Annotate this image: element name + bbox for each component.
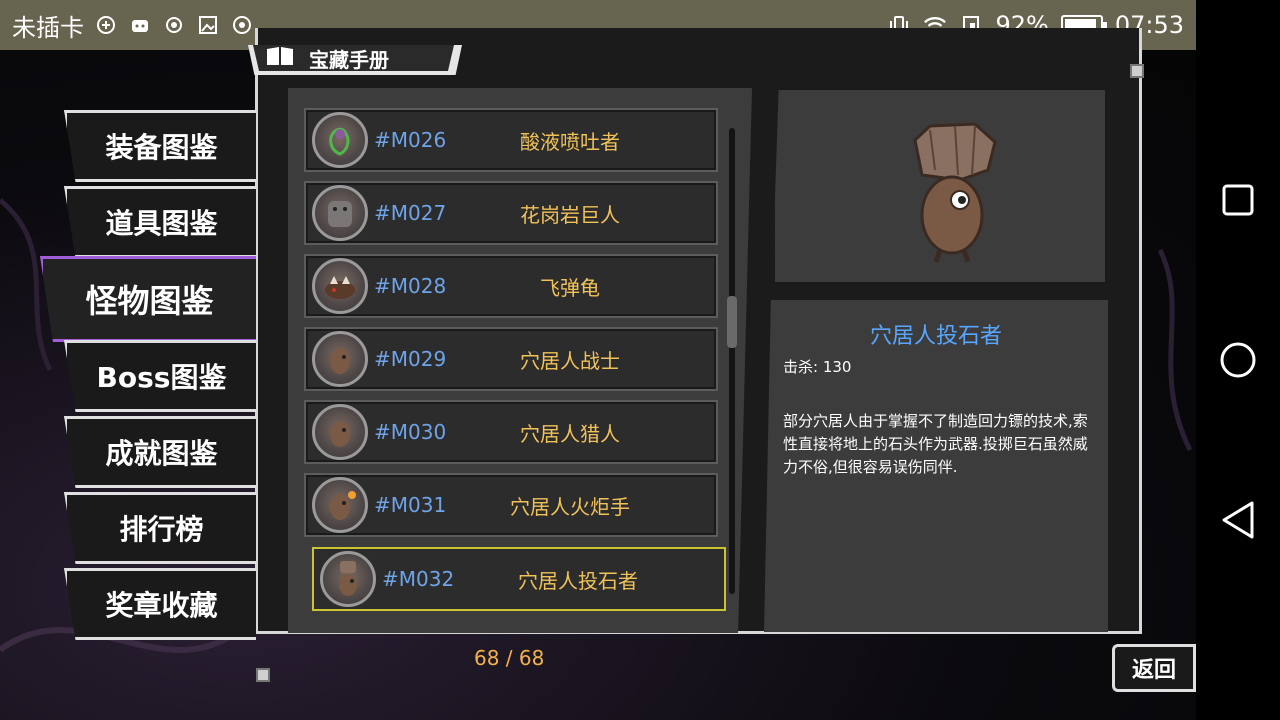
square-icon — [1222, 184, 1254, 216]
monster-code: #M031 — [374, 493, 447, 517]
list-item[interactable]: #M030 穴居人猎人 — [304, 400, 718, 464]
monster-name: 穴居人战士 — [520, 348, 620, 373]
monster-list[interactable]: #M026 酸液喷吐者 #M027 花岗岩巨人 #M028 飞弹龟 #M029 … — [304, 106, 744, 616]
tab-achievement-codex[interactable]: 成就图鉴 — [64, 416, 256, 488]
carrier-label: 未插卡 — [12, 13, 84, 42]
monster-code: #M028 — [374, 274, 447, 298]
list-item[interactable]: #M029 穴居人战士 — [304, 327, 718, 391]
tab-boss-codex[interactable]: Boss图鉴 — [64, 340, 256, 412]
list-scrollbar[interactable] — [729, 128, 735, 594]
monster-avatar — [312, 477, 368, 533]
list-scroll-thumb[interactable] — [727, 296, 737, 348]
sync-icon — [94, 13, 118, 37]
book-icon — [265, 45, 295, 71]
list-item[interactable]: #M027 花岗岩巨人 — [304, 181, 718, 245]
list-item[interactable]: #M028 飞弹龟 — [304, 254, 718, 318]
circle-icon — [1220, 342, 1256, 378]
monster-portrait — [913, 122, 997, 263]
monster-name: 酸液喷吐者 — [520, 129, 620, 154]
list-item-selected[interactable]: #M032 穴居人投石者 — [312, 547, 726, 611]
list-item[interactable]: #M026 酸液喷吐者 — [304, 108, 718, 172]
settings-icon — [230, 13, 254, 37]
monster-avatar — [312, 185, 368, 241]
panel-bolt — [256, 668, 270, 682]
monster-name: 花岗岩巨人 — [520, 202, 620, 227]
monster-name: 穴居人火炬手 — [510, 494, 630, 519]
home-button[interactable] — [1218, 340, 1258, 380]
image-icon — [196, 13, 220, 37]
triangle-back-icon — [1222, 501, 1254, 539]
monster-description: 部分穴居人由于掌握不了制造回力镖的技术,索性直接将地上的石头作为武器.投掷巨石虽… — [783, 412, 1088, 476]
recent-apps-button[interactable] — [1218, 180, 1258, 220]
monster-preview — [772, 87, 1108, 285]
tab-item-codex[interactable]: 道具图鉴 — [64, 186, 256, 258]
game-controller-icon — [128, 13, 152, 37]
monster-name: 穴居人猎人 — [520, 421, 620, 446]
monster-avatar — [312, 112, 368, 168]
tab-leaderboard[interactable]: 排行榜 — [64, 492, 256, 564]
tab-equipment-codex[interactable]: 装备图鉴 — [64, 110, 256, 182]
return-button[interactable]: 返回 — [1112, 644, 1196, 692]
header-plate: 宝藏手册 — [248, 45, 462, 75]
monster-detail-name: 穴居人投石者 — [869, 324, 1002, 349]
monster-code: #M030 — [374, 420, 447, 444]
kill-count: 击杀: 130 — [783, 358, 852, 376]
monster-avatar — [312, 258, 368, 314]
collection-counter: 68 / 68 — [474, 646, 545, 670]
monster-code: #M027 — [374, 201, 447, 225]
page-title: 宝藏手册 — [309, 47, 389, 72]
monster-name: 穴居人投石者 — [518, 568, 638, 593]
panel-bolt — [1130, 64, 1144, 78]
back-nav-button[interactable] — [1218, 500, 1258, 540]
monster-avatar — [312, 404, 368, 460]
navigation-bar — [1196, 0, 1280, 720]
broadcast-icon — [162, 13, 186, 37]
monster-avatar — [320, 551, 376, 607]
list-item[interactable]: #M031 穴居人火炬手 — [304, 473, 718, 537]
monster-code: #M032 — [382, 567, 455, 591]
tab-medal-collection[interactable]: 奖章收藏 — [64, 568, 256, 640]
monster-name: 飞弹龟 — [540, 275, 600, 300]
monster-code: #M029 — [374, 347, 447, 371]
tab-monster-codex[interactable]: 怪物图鉴 — [40, 256, 256, 342]
monster-avatar — [312, 331, 368, 387]
monster-code: #M026 — [374, 128, 447, 152]
